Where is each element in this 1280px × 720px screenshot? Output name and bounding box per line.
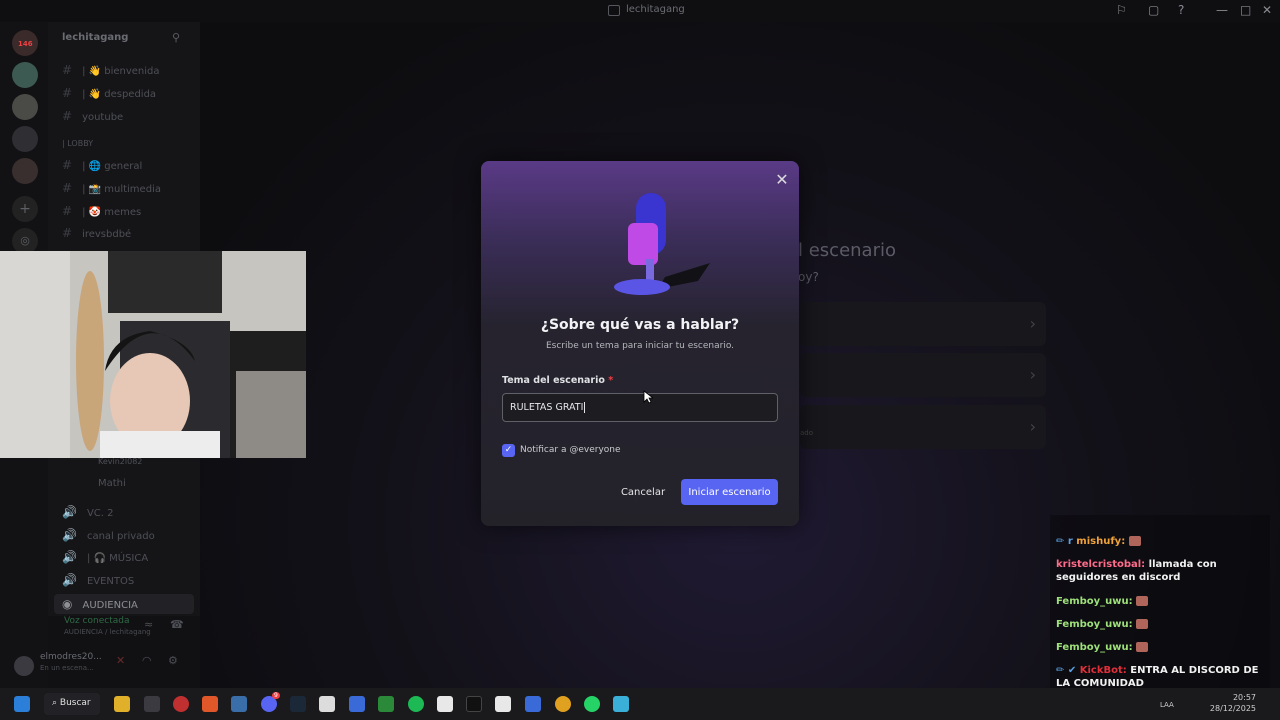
modal-subtitle: Escribe un tema para iniciar tu escenari…: [545, 341, 735, 351]
channel-item[interactable]: # | 🤡 memes: [62, 204, 141, 218]
inbox-icon[interactable]: ⚐: [1116, 3, 1127, 17]
calculator-icon[interactable]: [525, 696, 541, 712]
tiktok-icon[interactable]: [466, 696, 482, 712]
webcam-overlay: [0, 251, 306, 458]
chat-message: kristelcristobal: llamada con seguidores…: [1056, 559, 1217, 583]
window-title-bar: lechitagang ⚐ ▢ ? — □ ✕: [0, 0, 1280, 22]
voice-status-detail[interactable]: AUDIENCIA / lechitagang: [64, 628, 151, 636]
window-title: lechitagang: [626, 4, 685, 15]
start-stage-modal: ✕ ¿Sobre qué vas a hablar? Escribe un te…: [481, 161, 799, 526]
server-name[interactable]: lechitagang: [62, 32, 128, 43]
voice-channel-item[interactable]: 🔊 canal privado: [62, 528, 155, 542]
app-icon[interactable]: [231, 696, 247, 712]
emote-icon: [1136, 619, 1149, 629]
app-icon[interactable]: [495, 696, 511, 712]
background-option: ›: [800, 302, 1046, 346]
avatar[interactable]: [14, 656, 34, 676]
voice-channel-item[interactable]: 🔊 VC. 2: [62, 505, 114, 519]
minecraft-icon[interactable]: [378, 696, 394, 712]
webcam-feed-image: [0, 251, 306, 458]
voice-channel-item[interactable]: 🔊 | 🎧 MÚSICA: [62, 550, 148, 564]
emote-icon: [1128, 536, 1141, 546]
required-mark: *: [608, 375, 614, 386]
close-icon[interactable]: ✕: [774, 172, 790, 188]
disconnect-icon[interactable]: ☎: [170, 618, 184, 631]
dm-badge: 146: [18, 40, 33, 48]
keyboard-language[interactable]: LAA: [1160, 701, 1174, 709]
server-icon: [608, 5, 620, 16]
app-icon[interactable]: [437, 696, 453, 712]
notify-everyone-label: Notificar a @everyone: [520, 445, 621, 455]
emote-icon: [1136, 642, 1149, 652]
add-server-icon[interactable]: +: [12, 196, 38, 222]
server-icon[interactable]: [12, 158, 38, 184]
chrome-icon[interactable]: [555, 696, 571, 712]
voice-status-title: Voz conectada: [64, 616, 130, 626]
username: elmodres20...: [40, 652, 102, 662]
server-icon[interactable]: [12, 94, 38, 120]
whatsapp-icon[interactable]: [584, 696, 600, 712]
noise-suppression-icon[interactable]: ≈: [144, 618, 153, 631]
window-pop-icon[interactable]: ▢: [1148, 3, 1159, 17]
chat-message: ✏ r mishufy:: [1056, 535, 1262, 548]
server-icon[interactable]: [12, 126, 38, 152]
steam-icon[interactable]: [290, 696, 306, 712]
notepad-icon[interactable]: [613, 696, 629, 712]
channel-item[interactable]: # | 👋 despedida: [62, 86, 156, 100]
app-icon[interactable]: [319, 696, 335, 712]
emote-icon: [1136, 596, 1149, 606]
voice-user[interactable]: Kevin2l082: [98, 457, 142, 466]
channel-item[interactable]: # | 🌐 general: [62, 158, 142, 172]
microphone-illustration: [614, 193, 710, 295]
topic-field-label: Tema del escenario *: [502, 375, 614, 386]
stream-chat-overlay: ✏ r mishufy: kristelcristobal: llamada c…: [1050, 515, 1270, 705]
discord-badge: 9: [272, 692, 280, 699]
windows-start-icon[interactable]: [14, 696, 30, 712]
channel-item[interactable]: # youtube: [62, 109, 123, 123]
chat-message: Femboy_uwu:: [1056, 641, 1262, 654]
settings-gear-icon[interactable]: ⚙: [168, 654, 178, 667]
stage-channel-audiencia[interactable]: ◉ AUDIENCIA: [54, 594, 194, 614]
add-member-icon[interactable]: ⚲: [172, 31, 180, 44]
help-icon[interactable]: ?: [1178, 3, 1184, 17]
channel-item[interactable]: # irevsbdbé: [62, 226, 131, 240]
brave-browser-icon[interactable]: [202, 696, 218, 712]
spotify-icon[interactable]: [408, 696, 424, 712]
store-icon[interactable]: [144, 696, 160, 712]
category-lobby[interactable]: | LOBBY: [62, 139, 93, 148]
voice-user[interactable]: Mathi: [98, 478, 126, 489]
app-icon[interactable]: [349, 696, 365, 712]
cancel-button[interactable]: Cancelar: [611, 479, 675, 505]
mouse-cursor: [643, 390, 653, 404]
background-heading: l escenario: [798, 240, 896, 261]
minimize-button[interactable]: —: [1216, 3, 1228, 17]
windows-taskbar: ⌕ Buscar 9 LAA 20:57 28/12/2025: [0, 688, 1280, 720]
user-status: En un escena...: [40, 664, 94, 672]
system-clock[interactable]: 20:57 28/12/2025: [1210, 692, 1256, 714]
headphones-icon[interactable]: ◠: [142, 654, 152, 667]
chat-message: Femboy_uwu:: [1056, 595, 1262, 608]
chat-message: Femboy_uwu:: [1056, 618, 1262, 631]
taskbar-search[interactable]: ⌕ Buscar: [44, 693, 100, 715]
user-panel: Voz conectada AUDIENCIA / lechitagang ≈ …: [14, 616, 200, 688]
background-subtext: oy?: [798, 270, 819, 284]
app-icon[interactable]: [173, 696, 189, 712]
close-window-button[interactable]: ✕: [1262, 3, 1272, 17]
background-option: ado ›: [800, 405, 1046, 449]
notify-everyone-checkbox[interactable]: ✓: [502, 444, 515, 457]
server-icon-lechitagang[interactable]: [12, 62, 38, 88]
modal-title: ¿Sobre qué vas a hablar?: [540, 317, 740, 333]
channel-item[interactable]: # | 📸 multimedia: [62, 181, 161, 195]
channel-item[interactable]: # | 👋 bienvenida: [62, 63, 160, 77]
start-stage-button[interactable]: Iniciar escenario: [681, 479, 778, 505]
voice-channel-item[interactable]: 🔊 EVENTOS: [62, 573, 134, 587]
topic-input[interactable]: RULETAS GRATI: [502, 393, 778, 422]
file-explorer-icon[interactable]: [114, 696, 130, 712]
background-option: ›: [800, 353, 1046, 397]
mute-icon[interactable]: ✕: [116, 654, 125, 667]
maximize-button[interactable]: □: [1240, 3, 1251, 17]
